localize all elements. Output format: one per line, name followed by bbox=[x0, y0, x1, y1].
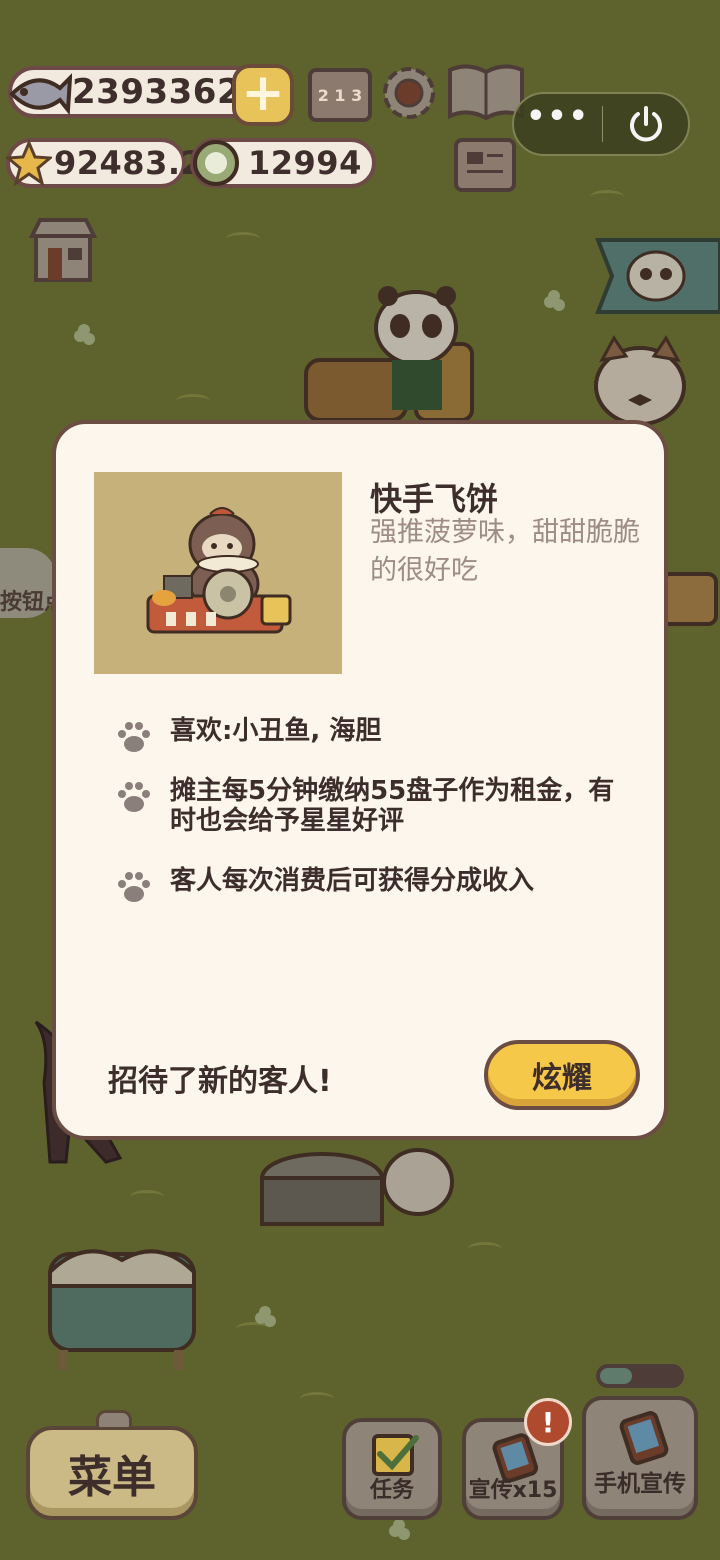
feature-item: 客人每次消费后可获得分成收入 bbox=[116, 866, 630, 904]
clipboard-clip-icon bbox=[96, 1410, 132, 1430]
promo-progress-fill bbox=[600, 1368, 632, 1384]
pot-stall-sprite bbox=[260, 1148, 454, 1226]
flower bbox=[255, 1312, 267, 1324]
grass-tuft bbox=[236, 1322, 270, 1336]
aquarium-stall-sprite bbox=[48, 1249, 196, 1370]
cat-customer-sprite bbox=[594, 335, 686, 426]
fish-amount: 2393362 bbox=[72, 72, 242, 112]
grass-tuft bbox=[590, 190, 624, 204]
alert-badge: ! bbox=[524, 1398, 572, 1446]
paw-icon bbox=[118, 722, 150, 752]
flower bbox=[74, 330, 86, 342]
phone-promo-label: 手机宣传 bbox=[594, 1471, 686, 1497]
power-icon bbox=[629, 106, 662, 142]
settings-gear-icon[interactable] bbox=[378, 62, 440, 124]
flower bbox=[544, 296, 556, 308]
feature-text: 客人每次消费后可获得分成收入 bbox=[170, 866, 535, 896]
miniprogram-capsule: ••• bbox=[512, 92, 690, 156]
grass-tuft bbox=[226, 232, 260, 246]
menu-button[interactable]: 菜单 bbox=[26, 1426, 198, 1520]
star-amount: 92483.2 bbox=[54, 144, 204, 182]
task-button[interactable]: 任务 bbox=[342, 1418, 442, 1520]
new-customer-message: 招待了新的客人! bbox=[108, 1064, 332, 1099]
promo-progress-bar bbox=[596, 1364, 684, 1388]
more-button[interactable]: ••• bbox=[514, 102, 602, 132]
hint-banner[interactable] bbox=[594, 236, 720, 316]
add-currency-button[interactable]: + bbox=[232, 64, 294, 126]
plus-icon: + bbox=[241, 63, 285, 123]
grass-tuft bbox=[468, 1242, 502, 1256]
phone-promo-button[interactable]: 手机宣传 bbox=[582, 1396, 698, 1520]
ranking-icon[interactable]: 2 1 3 bbox=[308, 68, 372, 122]
task-label: 任务 bbox=[369, 1478, 414, 1503]
feature-text: 喜欢:小丑鱼, 海胆 bbox=[170, 716, 382, 746]
grass-tuft bbox=[130, 1190, 164, 1204]
close-button[interactable] bbox=[603, 104, 688, 144]
grass-tuft bbox=[300, 1392, 334, 1406]
phone-icon bbox=[619, 1411, 669, 1465]
paw-icon bbox=[118, 872, 150, 902]
feature-item: 喜欢:小丑鱼, 海胆 bbox=[116, 716, 630, 754]
news-icon[interactable] bbox=[454, 138, 516, 192]
flower bbox=[389, 1525, 401, 1537]
new-customer-dialog: 快手飞饼 强推菠萝味，甜甜脆脆的很好吃 喜欢:小丑鱼, 海胆 摊主每5分钟缴纳5… bbox=[52, 420, 668, 1140]
stall-description: 强推菠萝味，甜甜脆脆的很好吃 bbox=[370, 517, 640, 586]
star-icon bbox=[6, 140, 52, 186]
feature-text: 摊主每5分钟缴纳55盘子作为租金，有时也会给予星星好评 bbox=[170, 776, 615, 836]
stall-illustration bbox=[94, 472, 342, 674]
paw-icon bbox=[118, 782, 150, 812]
shop-icon[interactable] bbox=[26, 216, 100, 284]
plate-coin-icon bbox=[193, 140, 239, 186]
show-off-button[interactable]: 炫耀 bbox=[484, 1040, 640, 1110]
plate-amount: 12994 bbox=[248, 144, 362, 182]
fish-icon bbox=[9, 73, 72, 116]
feature-item: 摊主每5分钟缴纳55盘子作为租金，有时也会给予星星好评 bbox=[116, 776, 630, 836]
panda-stall-sprite bbox=[304, 286, 474, 422]
promo-label: 宣传x15 bbox=[468, 1478, 558, 1503]
grass-tuft bbox=[176, 394, 210, 408]
